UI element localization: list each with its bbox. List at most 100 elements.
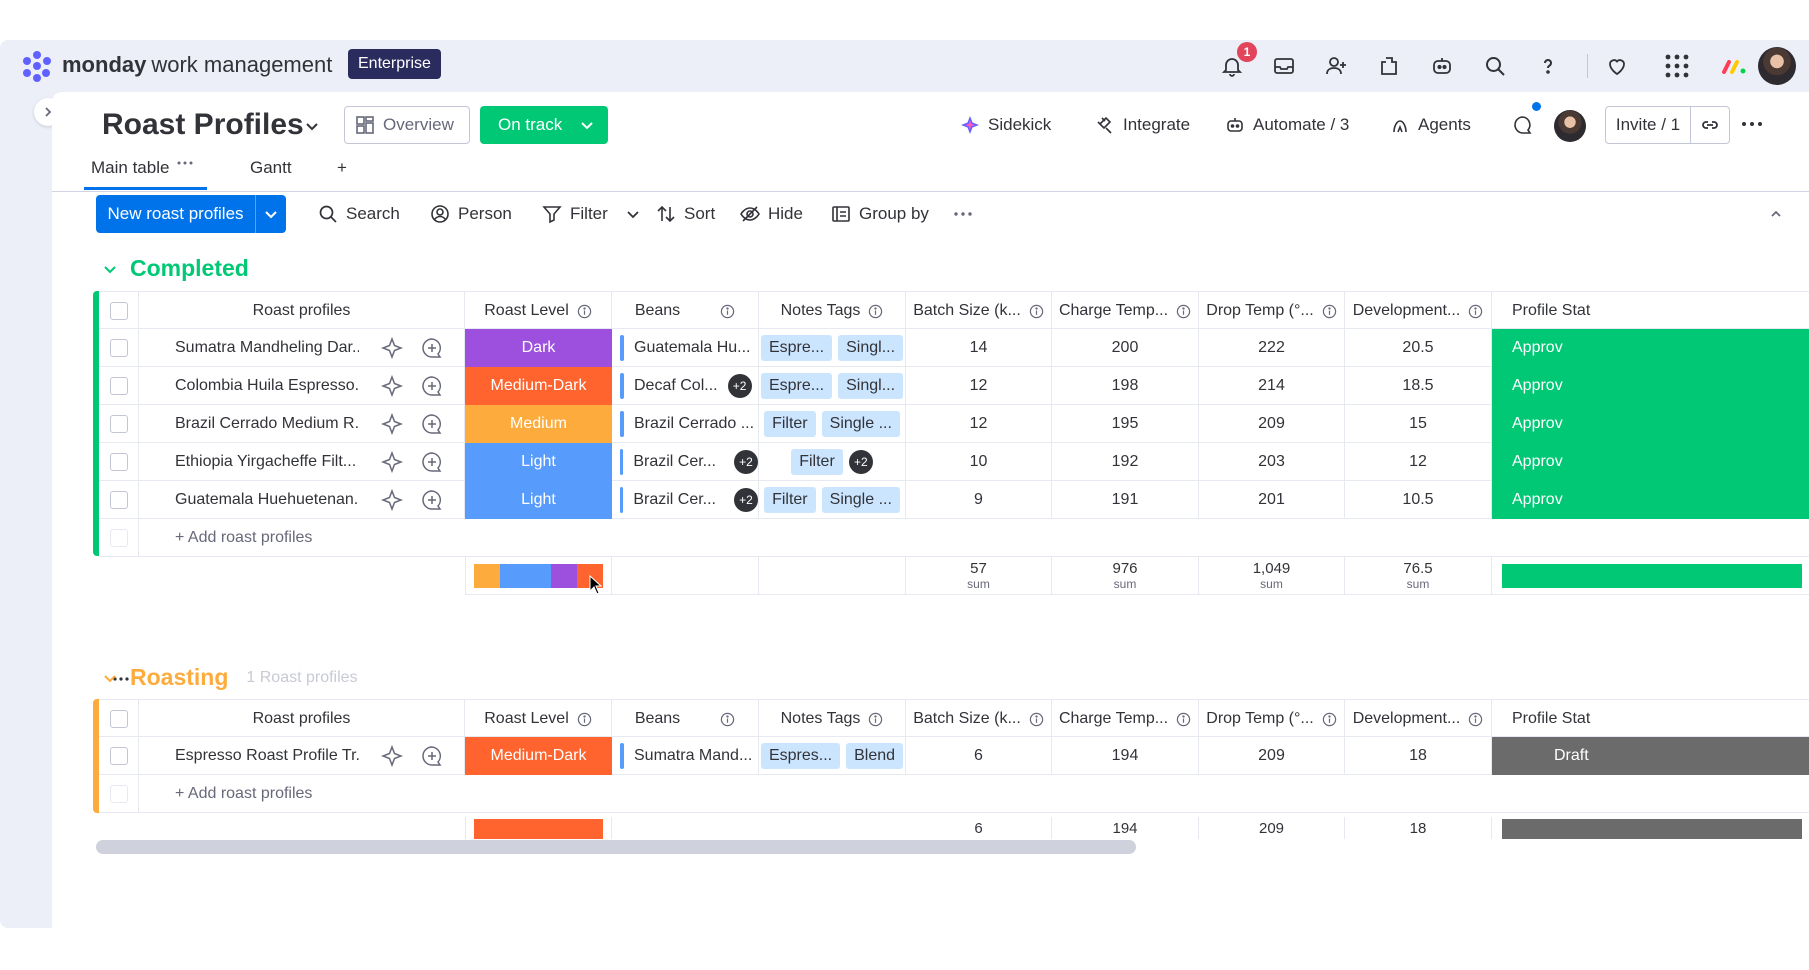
info-icon[interactable]	[1029, 712, 1044, 727]
add-update-icon[interactable]	[421, 451, 443, 473]
row-checkbox[interactable]	[109, 747, 128, 765]
column-header-name[interactable]: Roast profiles	[139, 292, 465, 330]
column-header-roast-level[interactable]: Roast Level	[465, 700, 612, 738]
charge-temp-value[interactable]: 200	[1052, 329, 1199, 367]
apps-marketplace-icon[interactable]	[1375, 52, 1403, 80]
charge-temp-value[interactable]: 194	[1052, 737, 1199, 775]
item-name[interactable]: Brazil Cerrado Medium R...	[139, 405, 359, 443]
info-icon[interactable]	[1468, 304, 1483, 319]
roast-level-status[interactable]: Medium-Dark	[465, 367, 612, 405]
row-checkbox-cell[interactable]	[99, 481, 139, 519]
item-name[interactable]: Guatemala Huehuetenan...	[139, 481, 359, 519]
monday-products-icon[interactable]	[1720, 52, 1748, 80]
column-header-charge-temp[interactable]: Charge Temp...	[1052, 700, 1199, 738]
beans-cell[interactable]: Decaf Col... +2	[612, 367, 759, 405]
toolbar-more-icon[interactable]	[952, 195, 974, 233]
info-icon[interactable]	[720, 712, 735, 727]
automate-button[interactable]: Automate / 3	[1225, 112, 1349, 138]
development-value[interactable]: 18	[1345, 737, 1492, 775]
sidekick-button[interactable]: Sidekick	[960, 112, 1051, 138]
info-icon[interactable]	[868, 304, 883, 319]
profile-status[interactable]: Approv	[1492, 481, 1809, 519]
group-title[interactable]: Completed	[130, 255, 249, 282]
profile-status-summary[interactable]	[1492, 557, 1809, 595]
charge-temp-value[interactable]: 191	[1052, 481, 1199, 519]
profile-status[interactable]: Approv	[1492, 367, 1809, 405]
more-beans-badge[interactable]: +2	[727, 374, 752, 398]
info-icon[interactable]	[1176, 304, 1191, 319]
info-icon[interactable]	[720, 304, 735, 319]
integrate-button[interactable]: Integrate	[1095, 112, 1190, 138]
monday-logo-icon[interactable]	[20, 49, 54, 83]
sort-button[interactable]: Sort	[656, 195, 715, 233]
tab-main-table-menu-icon[interactable]	[176, 154, 194, 172]
row-checkbox-cell[interactable]	[99, 737, 139, 775]
charge-temp-value[interactable]: 195	[1052, 405, 1199, 443]
roast-level-status[interactable]: Medium-Dark	[465, 737, 612, 775]
profile-status[interactable]: Approv	[1492, 443, 1809, 481]
development-value[interactable]: 20.5	[1345, 329, 1492, 367]
ai-assistant-icon[interactable]	[1428, 52, 1456, 80]
column-header-drop-temp[interactable]: Drop Temp (°...	[1199, 700, 1345, 738]
agents-button[interactable]: Agents	[1390, 112, 1471, 138]
filter-button[interactable]: Filter	[542, 195, 608, 233]
favorites-heart-icon[interactable]	[1603, 52, 1631, 80]
column-header-batch-size[interactable]: Batch Size (k...	[906, 292, 1052, 330]
column-header-name[interactable]: Roast profiles	[139, 700, 465, 738]
ai-sparkle-icon[interactable]	[380, 489, 403, 511]
batch-size-value[interactable]: 9	[906, 481, 1052, 519]
more-beans-badge[interactable]: +2	[734, 450, 758, 474]
batch-size-value[interactable]: 6	[906, 737, 1052, 775]
batch-size-value[interactable]: 12	[906, 367, 1052, 405]
development-value[interactable]: 10.5	[1345, 481, 1492, 519]
ai-sparkle-icon[interactable]	[380, 375, 403, 397]
notes-tags-cell[interactable]: Espres... Blend	[759, 737, 906, 775]
beans-cell[interactable]: Brazil Cerrado ...	[612, 405, 759, 443]
profile-status[interactable]: Approv	[1492, 405, 1809, 443]
column-header-development[interactable]: Development...	[1345, 700, 1492, 738]
group-by-button[interactable]: Group by	[831, 195, 929, 233]
drop-temp-value[interactable]: 214	[1199, 367, 1345, 405]
group-header-completed[interactable]: Completed	[102, 255, 267, 282]
item-name[interactable]: Ethiopia Yirgacheffe Filt...	[139, 443, 359, 481]
table-row[interactable]: Brazil Cerrado Medium R... Medium Brazil…	[99, 405, 1809, 443]
help-icon[interactable]	[1534, 52, 1562, 80]
select-all-checkbox[interactable]	[109, 710, 128, 728]
info-icon[interactable]	[1322, 712, 1337, 727]
row-checkbox-cell[interactable]	[99, 367, 139, 405]
development-value[interactable]: 15	[1345, 405, 1492, 443]
column-header-batch-size[interactable]: Batch Size (k...	[906, 700, 1052, 738]
drop-temp-sum[interactable]: 1,049 sum	[1199, 557, 1345, 595]
add-update-icon[interactable]	[421, 375, 443, 397]
chevron-down-icon[interactable]	[256, 207, 286, 221]
beans-cell[interactable]: Brazil Cer... +2	[612, 443, 759, 481]
notes-tags-cell[interactable]: Espre... Singl...	[759, 329, 906, 367]
roast-level-status[interactable]: Light	[465, 443, 612, 481]
info-icon[interactable]	[1322, 304, 1337, 319]
batch-size-value[interactable]: 14	[906, 329, 1052, 367]
batch-size-value[interactable]: 10	[906, 443, 1052, 481]
column-header-notes-tags[interactable]: Notes Tags	[759, 292, 906, 330]
notes-tags-cell[interactable]: Filter Single ...	[759, 405, 906, 443]
board-owner-avatar[interactable]	[1554, 110, 1586, 142]
item-name[interactable]: Sumatra Mandheling Dar...	[139, 329, 359, 367]
beans-cell[interactable]: Sumatra Mand...	[612, 737, 759, 775]
column-header-notes-tags[interactable]: Notes Tags	[759, 700, 906, 738]
column-header-profile-status[interactable]: Profile Stat	[1492, 292, 1809, 330]
row-checkbox[interactable]	[109, 339, 128, 357]
development-value[interactable]: 18.5	[1345, 367, 1492, 405]
charge-temp-value[interactable]: 192	[1052, 443, 1199, 481]
column-header-drop-temp[interactable]: Drop Temp (°...	[1199, 292, 1345, 330]
table-row[interactable]: Colombia Huila Espresso... Medium-Dark D…	[99, 367, 1809, 405]
info-icon[interactable]	[1176, 712, 1191, 727]
profile-status[interactable]: Draft	[1492, 737, 1809, 775]
invite-members-icon[interactable]	[1322, 52, 1350, 80]
table-row[interactable]: Sumatra Mandheling Dar... Dark Guatemala…	[99, 329, 1809, 367]
column-header-roast-level[interactable]: Roast Level	[465, 292, 612, 330]
select-all-checkbox-cell[interactable]	[99, 292, 139, 330]
search-button[interactable]: Search	[318, 195, 400, 233]
group-header-roasting[interactable]: Roasting 1 Roast profiles	[102, 664, 358, 691]
development-sum[interactable]: 18	[1345, 817, 1492, 839]
add-item-button[interactable]: + Add roast profiles	[139, 519, 1809, 557]
column-header-charge-temp[interactable]: Charge Temp...	[1052, 292, 1199, 330]
